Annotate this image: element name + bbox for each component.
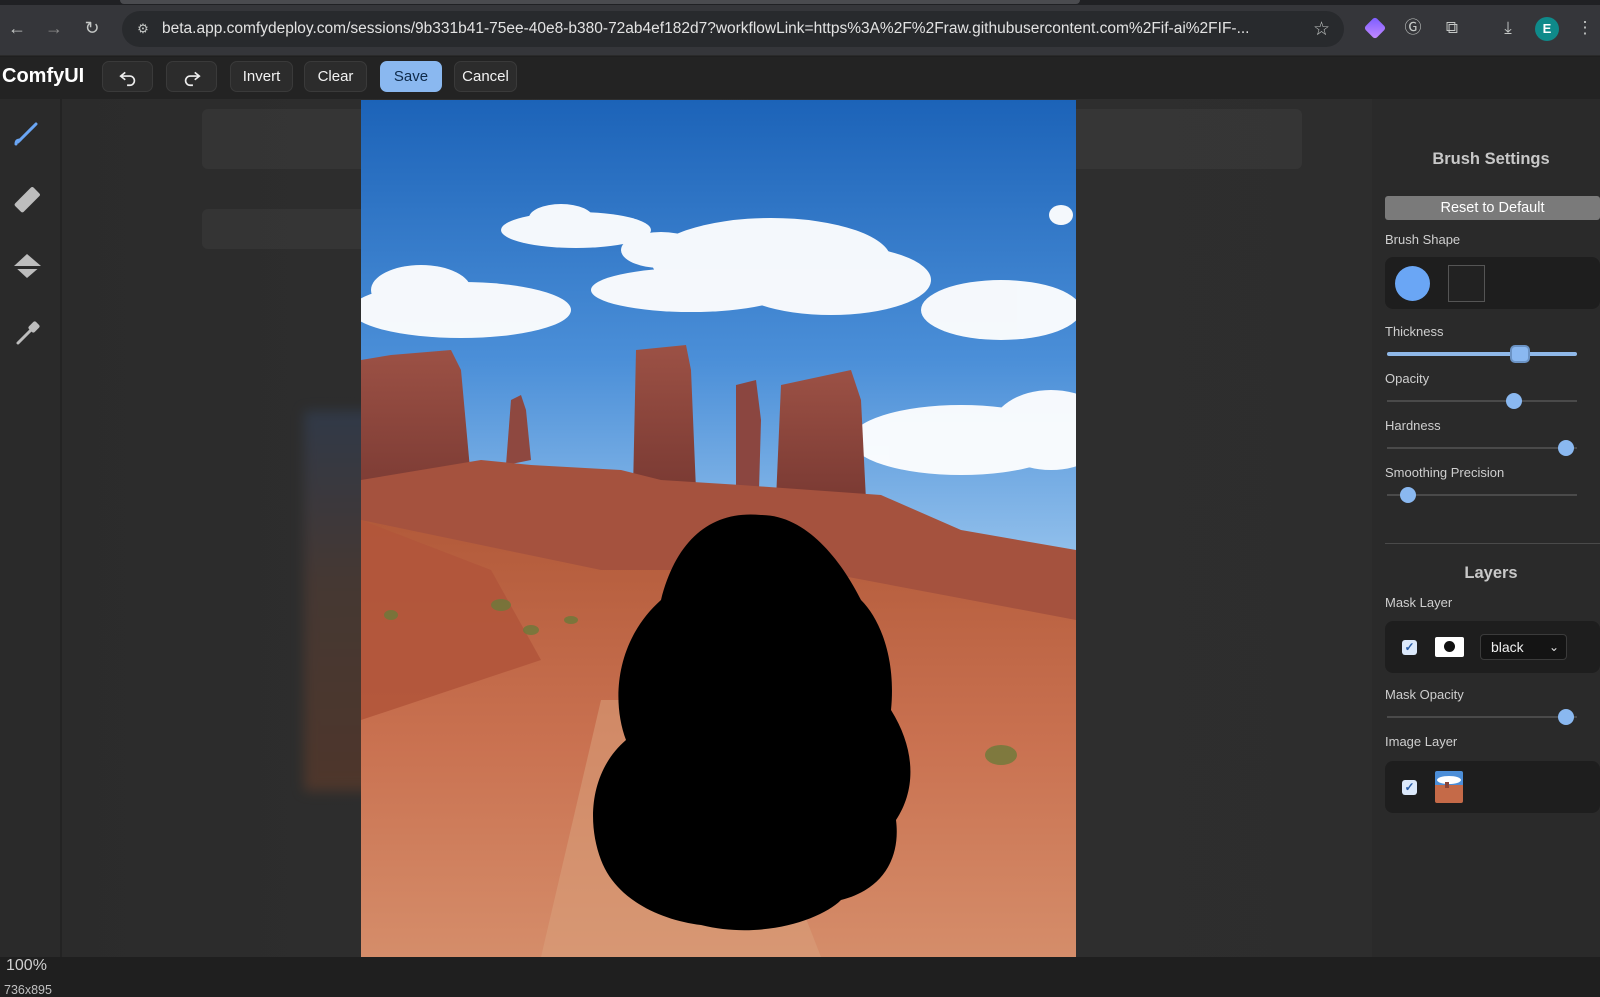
hardness-slider-thumb[interactable]	[1557, 440, 1574, 456]
smoothing-precision-slider[interactable]	[1385, 486, 1581, 504]
mask-opacity-slider[interactable]	[1385, 708, 1581, 726]
mask-layer-label: Mask Layer	[1385, 595, 1453, 610]
hardness-slider[interactable]	[1385, 439, 1581, 457]
extensions-puzzle-icon[interactable]: ⧉	[1440, 16, 1464, 40]
mask-opacity-slider-thumb[interactable]	[1557, 709, 1574, 725]
smoothing-precision-slider-thumb[interactable]	[1399, 487, 1416, 503]
opacity-slider[interactable]	[1385, 392, 1581, 410]
opacity-slider-thumb[interactable]	[1506, 393, 1523, 409]
invert-button[interactable]: Invert	[230, 61, 293, 92]
reset-to-default-button[interactable]: Reset to Default	[1385, 196, 1600, 220]
image-dimensions: 736x895	[4, 983, 52, 997]
profile-avatar[interactable]: E	[1535, 17, 1559, 41]
site-settings-icon[interactable]: ⚙	[134, 20, 152, 38]
chevron-down-icon: ⌄	[1548, 640, 1559, 654]
hardness-label: Hardness	[1385, 418, 1441, 433]
undo-icon	[118, 71, 135, 87]
reload-icon[interactable]: ↻	[80, 16, 104, 40]
download-icon[interactable]: ⤓	[1496, 16, 1520, 40]
back-icon[interactable]: ←	[5, 16, 29, 40]
color-picker-tool-button[interactable]	[10, 315, 46, 351]
undo-button[interactable]	[102, 61, 153, 92]
editor-toolbar: ComfyUI Invert Clear Save Cancel	[0, 57, 1600, 99]
eraser-icon	[14, 187, 40, 213]
landscape-image	[361, 100, 1076, 957]
square-shape-option[interactable]	[1448, 265, 1485, 302]
redo-button[interactable]	[166, 61, 217, 92]
panel-divider	[1385, 543, 1600, 544]
brush-tool-button[interactable]	[10, 114, 46, 150]
paint-bucket-icon	[14, 254, 41, 278]
brush-shape-selector	[1385, 257, 1600, 309]
redo-icon	[184, 71, 201, 87]
color-picker-icon	[16, 321, 40, 345]
thickness-label: Thickness	[1385, 324, 1444, 339]
mask-editor: ComfyUI Invert Clear Save Cancel 100% 73…	[0, 57, 1600, 997]
mask-opacity-label: Mask Opacity	[1385, 687, 1464, 702]
circle-shape-option[interactable]	[1395, 266, 1430, 301]
forward-icon[interactable]: →	[42, 16, 66, 40]
image-layer-thumbnail	[1435, 771, 1463, 803]
mask-layer-thumbnail	[1435, 637, 1464, 657]
clear-button[interactable]: Clear	[304, 61, 367, 92]
brush-settings-panel: Brush Settings Reset to Default Brush Sh…	[1372, 99, 1600, 957]
thickness-slider-thumb[interactable]	[1510, 345, 1530, 363]
address-bar[interactable]: ⚙ beta.app.comfydeploy.com/sessions/9b33…	[122, 11, 1344, 47]
image-layer-row: ✓	[1385, 761, 1600, 813]
bookmark-star-icon[interactable]: ☆	[1313, 18, 1330, 41]
image-canvas[interactable]	[361, 100, 1076, 957]
browser-toolbar: ← → ↻ ⚙ beta.app.comfydeploy.com/session…	[0, 0, 1600, 56]
smoothing-precision-label: Smoothing Precision	[1385, 465, 1505, 480]
mask-color-select[interactable]: black ⌄	[1480, 634, 1567, 660]
mask-layer-visibility-checkbox[interactable]: ✓	[1402, 640, 1417, 655]
cancel-button[interactable]: Cancel	[454, 61, 517, 92]
app-logo: ComfyUI	[2, 65, 85, 87]
image-layer-label: Image Layer	[1385, 734, 1458, 749]
paint-bucket-tool-button[interactable]	[10, 248, 46, 284]
thickness-slider[interactable]	[1385, 345, 1581, 363]
brush-icon	[14, 122, 38, 146]
grammarly-extension-icon[interactable]: Ⓖ	[1401, 16, 1425, 40]
save-button[interactable]: Save	[380, 61, 442, 92]
layers-title: Layers	[1464, 564, 1518, 582]
eraser-tool-button[interactable]	[10, 181, 46, 217]
mask-layer-row: ✓ black ⌄	[1385, 621, 1600, 673]
active-tab[interactable]	[120, 0, 1080, 4]
mask-color-value: black	[1491, 639, 1524, 655]
opacity-label: Opacity	[1385, 371, 1430, 386]
tool-sidebar: 100% 736x895	[0, 99, 60, 997]
browser-menu-icon[interactable]: ⋮	[1573, 16, 1597, 40]
gem-extension-icon[interactable]	[1363, 16, 1387, 40]
brush-settings-title: Brush Settings	[1432, 150, 1550, 168]
url-text[interactable]: beta.app.comfydeploy.com/sessions/9b331b…	[162, 20, 1292, 38]
image-layer-visibility-checkbox[interactable]: ✓	[1402, 780, 1417, 795]
brush-shape-label: Brush Shape	[1385, 232, 1461, 247]
zoom-level: 100%	[6, 957, 47, 974]
